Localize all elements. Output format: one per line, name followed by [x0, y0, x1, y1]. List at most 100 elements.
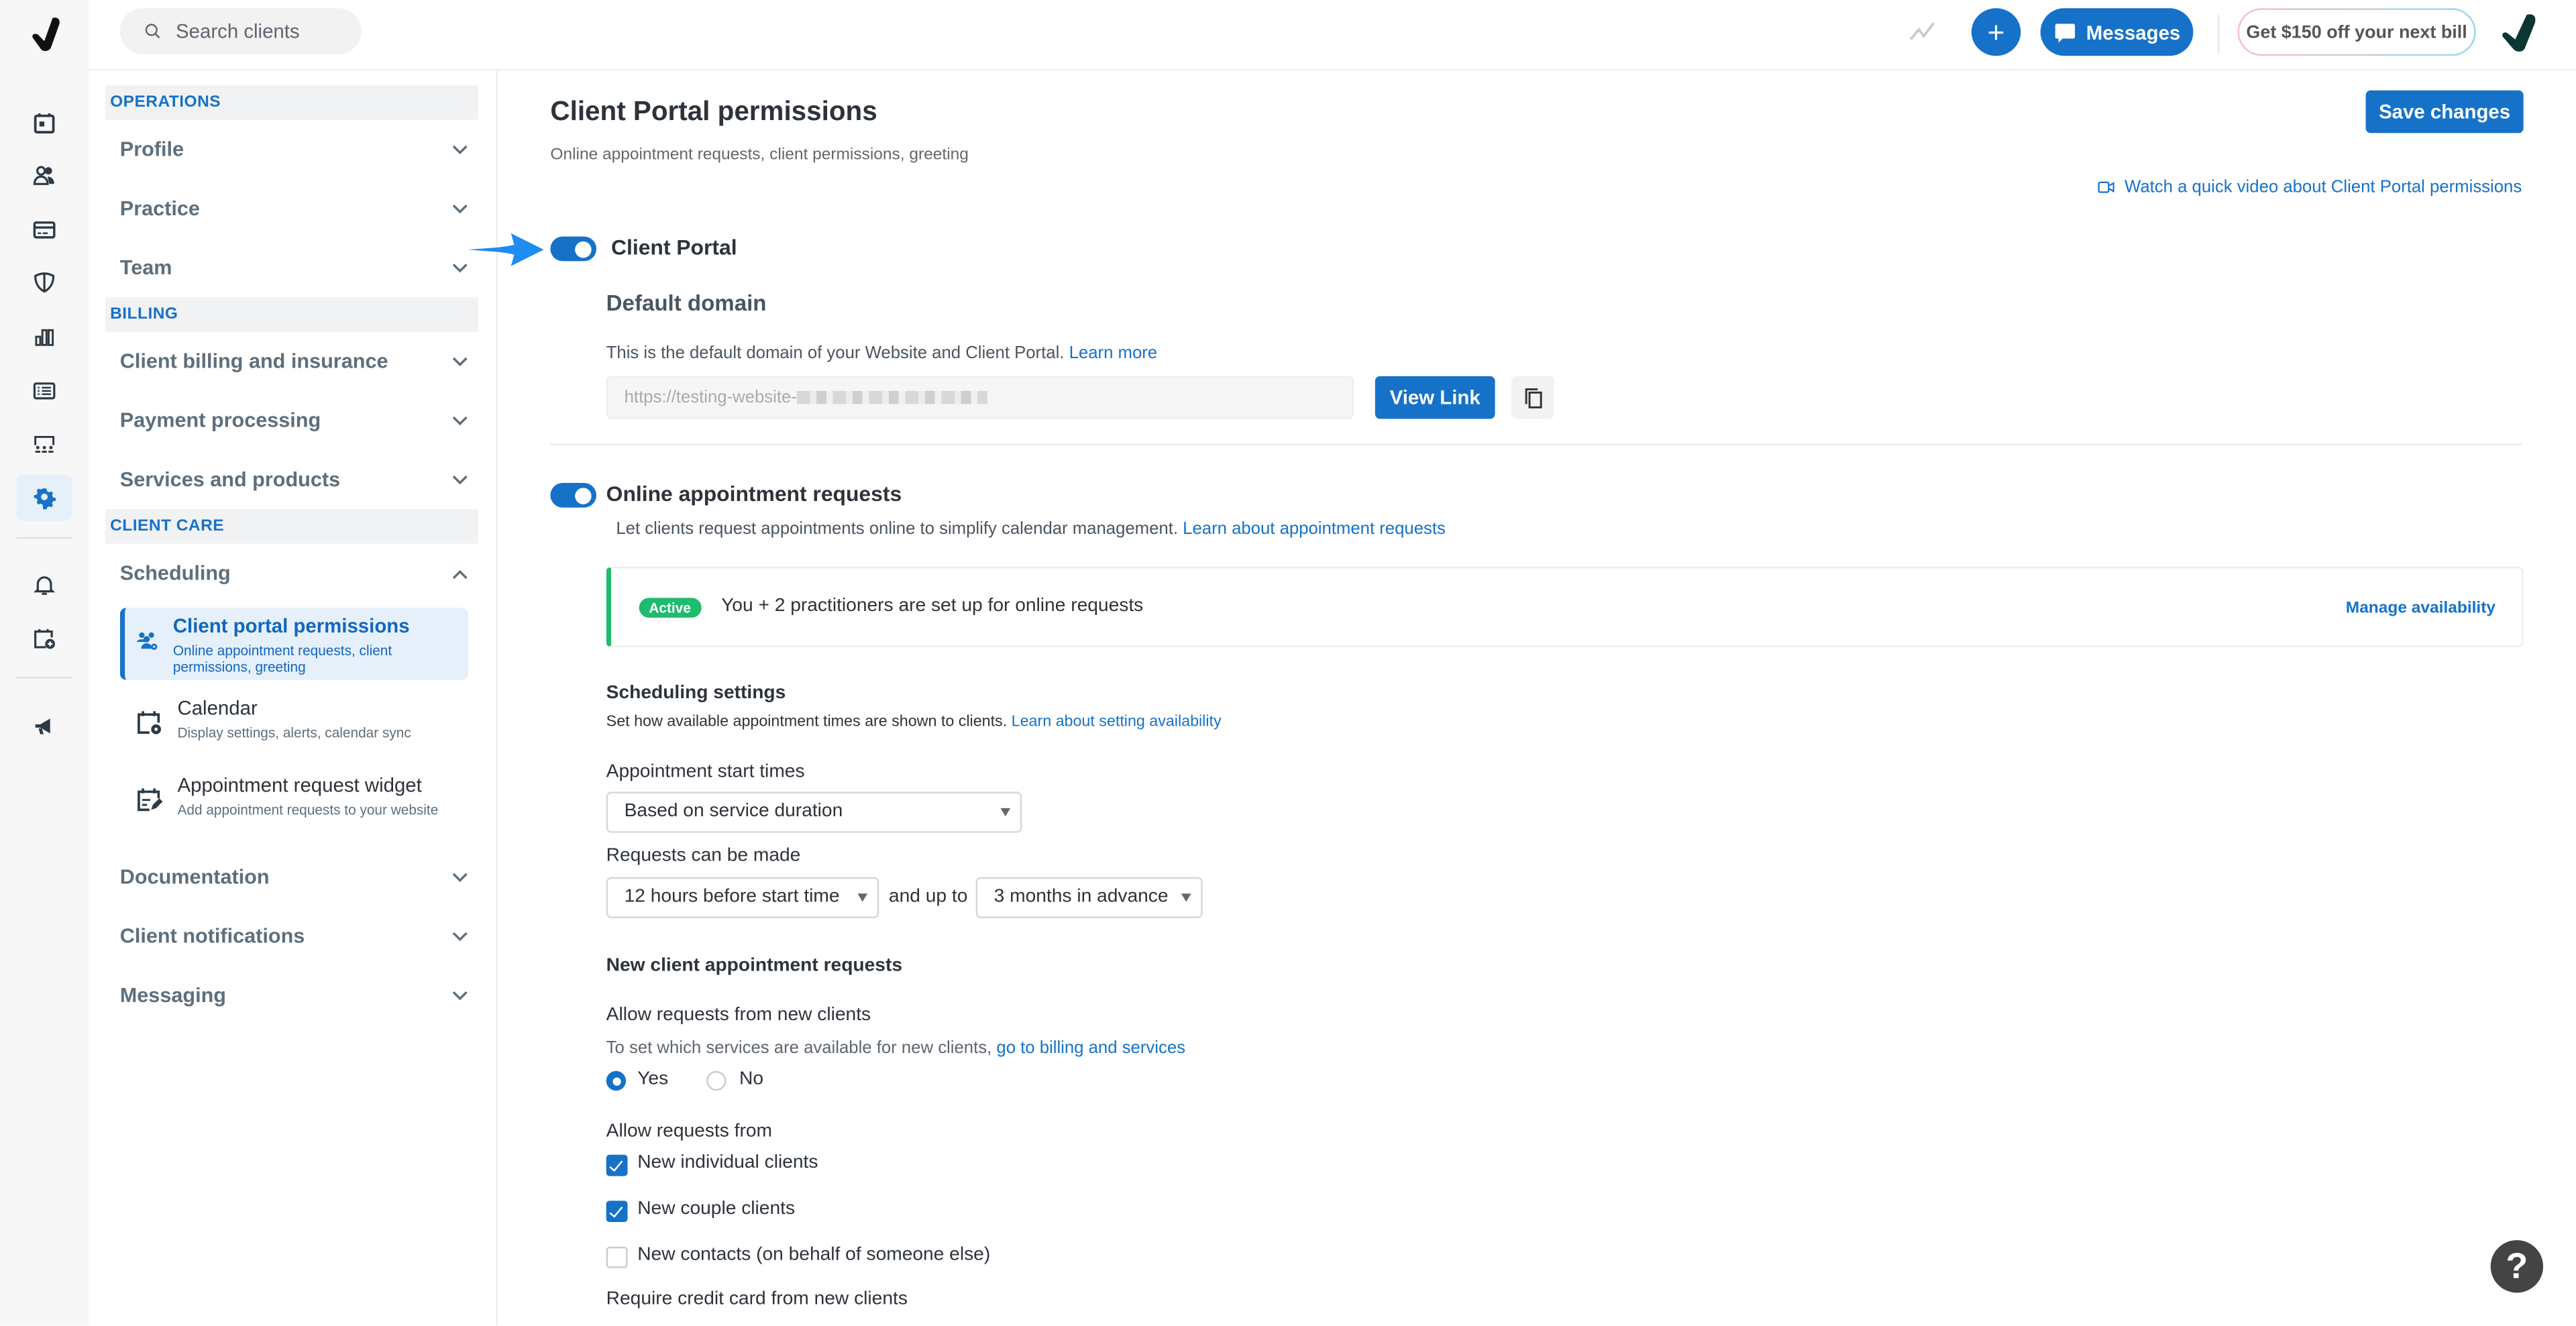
copy-icon — [1524, 387, 1542, 408]
manage-availability-link[interactable]: Manage availability — [2346, 600, 2496, 618]
icon-rail — [0, 0, 91, 1326]
sidebar-item-client-notifications[interactable]: Client notifications — [120, 915, 468, 958]
account-avatar-icon[interactable] — [2497, 11, 2540, 54]
chevron-down-icon — [452, 474, 468, 484]
sidebar-item-label: Messaging — [119, 983, 227, 1007]
list-icon[interactable] — [21, 368, 68, 415]
sidebar-subitem-calendar[interactable]: Calendar Display settings, alerts, calend… — [120, 690, 464, 756]
online-requests-toggle[interactable] — [550, 483, 596, 508]
sidebar-item-practice[interactable]: Practice — [120, 187, 468, 230]
domain-url-field[interactable]: https://testing-website- — [606, 376, 1354, 419]
messages-button[interactable]: Messages — [2040, 8, 2194, 56]
help-button[interactable]: ? — [2490, 1239, 2544, 1293]
top-header: Search clients + Messages Get $150 off y… — [89, 0, 2576, 71]
analytics-icon[interactable] — [21, 314, 68, 360]
header-divider — [2218, 15, 2220, 54]
checkbox-new-couple-label: New couple clients — [637, 1199, 796, 1219]
settings-sidebar: OPERATIONS Profile Practice Team BILLING… — [89, 70, 498, 1326]
practitioners-status-text: You + 2 practitioners are set up for onl… — [721, 596, 1144, 616]
sidebar-item-messaging[interactable]: Messaging — [120, 974, 468, 1017]
trend-icon[interactable] — [1909, 19, 1939, 42]
promo-button[interactable]: Get $150 off your next bill — [2238, 8, 2476, 56]
scheduling-settings-desc: Set how available appointment times are … — [606, 713, 1222, 731]
sidebar-item-scheduling[interactable]: Scheduling — [120, 552, 468, 595]
sidebar-item-team[interactable]: Team — [120, 246, 468, 289]
sidebar-subitem-client-portal-permissions[interactable]: Client portal permissions Online appointm… — [119, 608, 468, 680]
learn-setting-availability-link[interactable]: Learn about setting availability — [1012, 713, 1222, 731]
section-operations: OPERATIONS — [105, 85, 478, 120]
people-settings-icon — [136, 632, 158, 650]
calendar-add-icon[interactable] — [21, 616, 68, 662]
sidebar-item-label: Profile — [119, 137, 184, 162]
rail-divider — [16, 537, 72, 539]
min-notice-value: 12 hours before start time — [624, 887, 840, 907]
min-notice-select[interactable]: 12 hours before start time — [606, 877, 879, 918]
billing-services-link[interactable]: go to billing and services — [996, 1038, 1185, 1058]
sidebar-item-documentation[interactable]: Documentation — [120, 856, 468, 899]
save-changes-button[interactable]: Save changes — [2365, 90, 2524, 133]
view-link-button[interactable]: View Link — [1375, 376, 1495, 419]
subitem-subtitle: Online appointment requests, client perm… — [172, 642, 392, 675]
radio-no-label: No — [739, 1069, 764, 1089]
add-button[interactable]: + — [1971, 8, 2021, 56]
chevron-down-icon — [452, 415, 468, 425]
sidebar-item-profile[interactable]: Profile — [120, 128, 468, 171]
sidebar-item-services-products[interactable]: Services and products — [120, 458, 468, 501]
sidebar-item-label: Client notifications — [119, 924, 305, 948]
radio-yes-label: Yes — [637, 1069, 669, 1089]
radio-yes[interactable] — [606, 1070, 627, 1091]
radio-no[interactable] — [706, 1070, 727, 1091]
checkbox-new-individual-label: New individual clients — [637, 1153, 818, 1173]
search-input[interactable]: Search clients — [119, 8, 362, 54]
sidebar-item-label: Scheduling — [119, 561, 231, 585]
copy-link-button[interactable] — [1511, 376, 1554, 419]
learn-appointment-requests-link[interactable]: Learn about appointment requests — [1183, 519, 1446, 539]
chevron-down-icon — [452, 931, 468, 941]
subitem-title: Appointment request widget — [177, 773, 422, 797]
checkbox-new-couple[interactable] — [606, 1201, 628, 1223]
clients-icon[interactable] — [21, 153, 68, 199]
subitem-subtitle: Add appointment requests to your website — [177, 802, 439, 818]
watch-video-label: Watch a quick video about Client Portal … — [2125, 177, 2522, 197]
subitem-subtitle: Display settings, alerts, calendar sync — [177, 724, 411, 741]
watch-video-link[interactable]: Watch a quick video about Client Portal … — [2098, 177, 2522, 197]
start-times-select[interactable]: Based on service duration — [606, 791, 1022, 833]
sidebar-item-label: Payment processing — [119, 408, 321, 433]
start-times-label: Appointment start times — [606, 762, 805, 782]
chevron-down-icon — [452, 203, 468, 213]
section-billing: BILLING — [105, 297, 478, 332]
client-portal-toggle[interactable] — [550, 236, 596, 262]
page-title: Client Portal permissions — [550, 97, 877, 127]
team-icon[interactable] — [21, 421, 68, 467]
client-portal-label: Client Portal — [611, 235, 737, 260]
settings-gear-icon[interactable] — [16, 474, 72, 521]
calendar-icon[interactable] — [21, 100, 68, 146]
max-advance-select[interactable]: 3 months in advance — [975, 877, 1203, 918]
sidebar-item-client-billing[interactable]: Client billing and insurance — [120, 340, 468, 383]
redacted-url-segment — [796, 391, 987, 404]
sidebar-item-payment-processing[interactable]: Payment processing — [120, 399, 468, 442]
allow-new-clients-desc: To set which services are available for … — [606, 1038, 1185, 1058]
chevron-down-icon — [452, 990, 468, 1000]
chevron-down-icon — [452, 356, 468, 366]
app-logo-icon[interactable] — [30, 16, 62, 52]
billing-card-icon[interactable] — [21, 207, 68, 254]
max-advance-value: 3 months in advance — [994, 887, 1169, 907]
sidebar-item-label: Services and products — [119, 467, 341, 492]
bell-icon[interactable] — [21, 562, 68, 608]
search-icon — [145, 23, 160, 39]
chevron-down-icon — [452, 872, 468, 881]
rail-divider — [16, 676, 72, 679]
insurance-shield-icon[interactable] — [21, 260, 68, 306]
checkbox-new-contacts[interactable] — [606, 1246, 628, 1268]
section-client-care: CLIENT CARE — [105, 509, 478, 544]
search-placeholder: Search clients — [176, 19, 300, 43]
online-requests-label: Online appointment requests — [606, 481, 902, 506]
learn-more-link[interactable]: Learn more — [1069, 343, 1158, 363]
domain-url-text: https://testing-website- — [624, 387, 797, 408]
checkbox-new-individual[interactable] — [606, 1154, 628, 1176]
megaphone-icon[interactable] — [21, 703, 68, 749]
allow-new-clients-desc-text: To set which services are available for … — [606, 1038, 992, 1058]
sidebar-subitem-appointment-widget[interactable]: Appointment request widget Add appointmen… — [120, 767, 464, 833]
active-status-banner: Active You + 2 practitioners are set up … — [606, 566, 2524, 647]
